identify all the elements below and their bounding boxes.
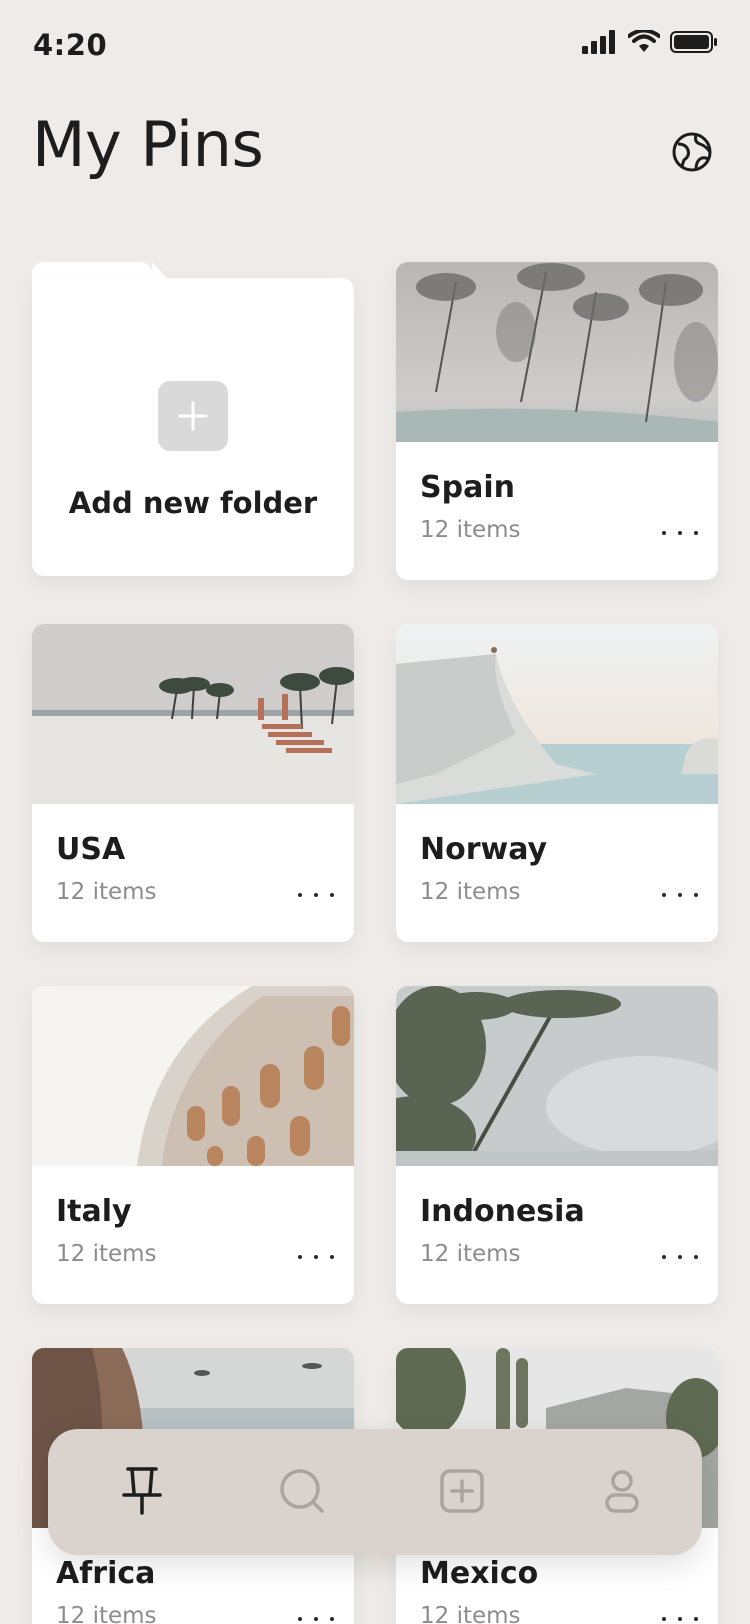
more-options-button[interactable]: [662, 1250, 698, 1264]
folder-card-indonesia[interactable]: Indonesia 12 items: [396, 986, 718, 1304]
folder-photo: [396, 986, 718, 1166]
more-options-button[interactable]: [298, 1250, 334, 1264]
plus-icon: [178, 401, 208, 431]
add-folder-button[interactable]: [158, 381, 228, 451]
profile-icon: [605, 1470, 639, 1513]
tab-profile[interactable]: [592, 1461, 652, 1521]
page-title: My Pins: [32, 108, 264, 181]
folder-count: 12 items: [420, 517, 521, 543]
folder-name: Italy: [56, 1194, 132, 1229]
folder-count: 12 items: [420, 879, 521, 905]
status-icons: [582, 30, 718, 54]
folder-photo: [396, 624, 718, 804]
folder-card-usa[interactable]: USA 12 items: [32, 624, 354, 942]
folder-name: Mexico: [420, 1556, 539, 1591]
signal-icon: [582, 30, 615, 54]
globe-icon[interactable]: [670, 130, 714, 174]
tab-pins[interactable]: [112, 1461, 172, 1521]
battery-icon: [670, 31, 717, 53]
folder-name: USA: [56, 832, 126, 867]
folder-photo: [32, 624, 354, 804]
folder-name: Africa: [56, 1556, 156, 1591]
folder-name: Spain: [420, 470, 515, 505]
tab-search[interactable]: [272, 1461, 332, 1521]
folder-count: 12 items: [56, 879, 157, 905]
screen: 4:20 My Pins Add new folder Spain 12 ite…: [0, 0, 750, 1624]
tab-add[interactable]: [432, 1461, 492, 1521]
folder-count: 12 items: [420, 1241, 521, 1267]
more-options-button[interactable]: [298, 1612, 334, 1624]
search-icon: [280, 1469, 324, 1513]
status-time: 4:20: [33, 28, 108, 62]
folder-count: 12 items: [56, 1603, 157, 1624]
add-square-icon: [440, 1469, 484, 1513]
more-options-button[interactable]: [298, 888, 334, 902]
more-options-button[interactable]: [662, 888, 698, 902]
pin-icon: [122, 1467, 162, 1515]
folder-count: 12 items: [420, 1603, 521, 1624]
folder-count: 12 items: [56, 1241, 157, 1267]
wifi-icon: [628, 30, 660, 52]
add-folder-label: Add new folder: [68, 486, 318, 520]
folder-photo: [396, 262, 718, 442]
folder-photo: [32, 986, 354, 1166]
folder-name: Indonesia: [420, 1194, 585, 1229]
more-options-button[interactable]: [662, 526, 698, 540]
folder-name: Norway: [420, 832, 548, 867]
tab-bar: [48, 1429, 702, 1555]
folder-card-italy[interactable]: Italy 12 items: [32, 986, 354, 1304]
folder-body: Add new folder: [32, 278, 354, 576]
add-new-folder-card[interactable]: Add new folder: [32, 262, 354, 576]
more-options-button[interactable]: [662, 1612, 698, 1624]
folder-card-spain[interactable]: Spain 12 items: [396, 262, 718, 580]
folder-card-norway[interactable]: Norway 12 items: [396, 624, 718, 942]
